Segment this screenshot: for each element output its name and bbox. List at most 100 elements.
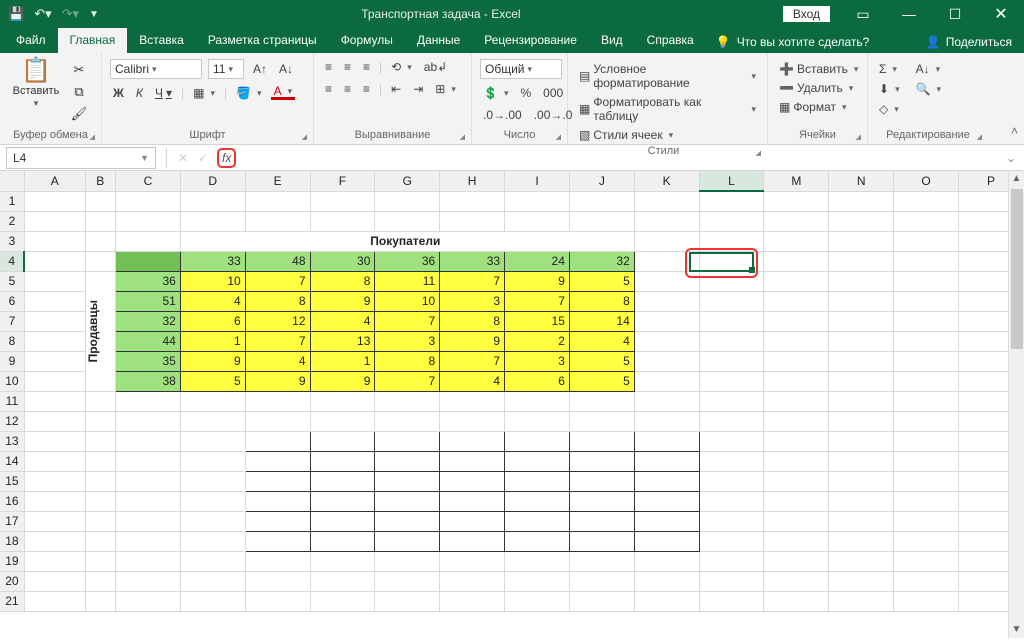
cell-E2[interactable] <box>245 211 310 231</box>
cell-I8[interactable]: 2 <box>505 331 570 351</box>
cell-B15[interactable] <box>85 471 115 491</box>
fill-color-icon[interactable]: 🪣 <box>233 85 264 101</box>
redo-icon[interactable]: ↷▾ <box>62 6 79 22</box>
col-header-M[interactable]: M <box>764 171 829 191</box>
cell-J8[interactable]: 4 <box>569 331 634 351</box>
autosum-icon[interactable]: Σ <box>876 61 903 77</box>
cell-M18[interactable] <box>764 531 829 551</box>
col-header-E[interactable]: E <box>245 171 310 191</box>
cell-F6[interactable]: 9 <box>310 291 375 311</box>
accounting-icon[interactable]: 💲 <box>480 85 511 101</box>
cell-O10[interactable] <box>894 371 959 391</box>
italic-button[interactable]: К <box>133 85 146 101</box>
cell-A13[interactable] <box>24 431 85 451</box>
cell-A10[interactable] <box>24 371 85 391</box>
cell-E16[interactable] <box>245 491 310 511</box>
cell-D13[interactable] <box>180 431 245 451</box>
cell-N7[interactable] <box>829 311 894 331</box>
cell-H11[interactable] <box>440 391 505 411</box>
cell-I13[interactable] <box>505 431 570 451</box>
cell-C20[interactable] <box>116 571 181 591</box>
maximize-icon[interactable]: ☐ <box>932 0 978 28</box>
cell-D14[interactable] <box>180 451 245 471</box>
cell-O6[interactable] <box>894 291 959 311</box>
cell-O16[interactable] <box>894 491 959 511</box>
cell-C13[interactable] <box>116 431 181 451</box>
cell-E17[interactable] <box>245 511 310 531</box>
cell-K13[interactable] <box>634 431 699 451</box>
cell-B1[interactable] <box>85 191 115 211</box>
cell-O17[interactable] <box>894 511 959 531</box>
conditional-formatting-button[interactable]: ▤ Условное форматирование <box>576 61 759 91</box>
col-header-C[interactable]: C <box>116 171 181 191</box>
cell-G10[interactable]: 7 <box>375 371 440 391</box>
cell-I10[interactable]: 6 <box>505 371 570 391</box>
cell-H1[interactable] <box>440 191 505 211</box>
cell-H15[interactable] <box>440 471 505 491</box>
cell-K11[interactable] <box>634 391 699 411</box>
cell-J18[interactable] <box>569 531 634 551</box>
cell-A9[interactable] <box>24 351 85 371</box>
cell-A11[interactable] <box>24 391 85 411</box>
cell-H10[interactable]: 4 <box>440 371 505 391</box>
align-top-icon[interactable]: ≡ <box>322 59 335 75</box>
cell-A4[interactable] <box>24 251 85 271</box>
cell-L6[interactable] <box>699 291 764 311</box>
cell-E14[interactable] <box>245 451 310 471</box>
align-bottom-icon[interactable]: ≡ <box>360 59 373 75</box>
tab-home[interactable]: Главная <box>58 28 128 53</box>
cell-E6[interactable]: 8 <box>245 291 310 311</box>
row-header-18[interactable]: 18 <box>0 531 24 551</box>
cell-D9[interactable]: 9 <box>180 351 245 371</box>
cell-O3[interactable] <box>894 231 959 251</box>
cell-B19[interactable] <box>85 551 115 571</box>
cell-M12[interactable] <box>764 411 829 431</box>
bold-button[interactable]: Ж <box>110 85 127 101</box>
cell-K6[interactable] <box>634 291 699 311</box>
number-format-select[interactable]: Общий <box>480 59 562 79</box>
row-header-13[interactable]: 13 <box>0 431 24 451</box>
cell-G15[interactable] <box>375 471 440 491</box>
cell-C15[interactable] <box>116 471 181 491</box>
cell-A2[interactable] <box>24 211 85 231</box>
tab-pagelayout[interactable]: Разметка страницы <box>196 28 329 53</box>
cell-G18[interactable] <box>375 531 440 551</box>
cell-L14[interactable] <box>699 451 764 471</box>
cell-E19[interactable] <box>245 551 310 571</box>
cell-F12[interactable] <box>310 411 375 431</box>
cell-L21[interactable] <box>699 591 764 611</box>
cell-N5[interactable] <box>829 271 894 291</box>
cell-L2[interactable] <box>699 211 764 231</box>
col-header-B[interactable]: B <box>85 171 115 191</box>
cell-N3[interactable] <box>829 231 894 251</box>
tab-file[interactable]: Файл <box>4 28 58 53</box>
cell-G21[interactable] <box>375 591 440 611</box>
cell-O8[interactable] <box>894 331 959 351</box>
cell-F1[interactable] <box>310 191 375 211</box>
cell-N17[interactable] <box>829 511 894 531</box>
cell-E21[interactable] <box>245 591 310 611</box>
row-header-17[interactable]: 17 <box>0 511 24 531</box>
cell-O7[interactable] <box>894 311 959 331</box>
cell-M1[interactable] <box>764 191 829 211</box>
cell-I6[interactable]: 7 <box>505 291 570 311</box>
delete-cells-button[interactable]: ➖ Удалить <box>776 80 859 96</box>
increase-decimal-icon[interactable]: .0→.00 <box>480 107 525 123</box>
cell-D7[interactable]: 6 <box>180 311 245 331</box>
tab-formulas[interactable]: Формулы <box>329 28 405 53</box>
cell-I7[interactable]: 15 <box>505 311 570 331</box>
cell-I21[interactable] <box>505 591 570 611</box>
row-header-21[interactable]: 21 <box>0 591 24 611</box>
cell-M20[interactable] <box>764 571 829 591</box>
cell-A19[interactable] <box>24 551 85 571</box>
cell-D15[interactable] <box>180 471 245 491</box>
cell-N13[interactable] <box>829 431 894 451</box>
cell-J11[interactable] <box>569 391 634 411</box>
cell-I4[interactable]: 24 <box>505 251 570 271</box>
cell-F18[interactable] <box>310 531 375 551</box>
cell-D17[interactable] <box>180 511 245 531</box>
cell-F16[interactable] <box>310 491 375 511</box>
cell-L3[interactable] <box>699 231 764 251</box>
align-right-icon[interactable]: ≡ <box>360 81 373 97</box>
cell-O12[interactable] <box>894 411 959 431</box>
